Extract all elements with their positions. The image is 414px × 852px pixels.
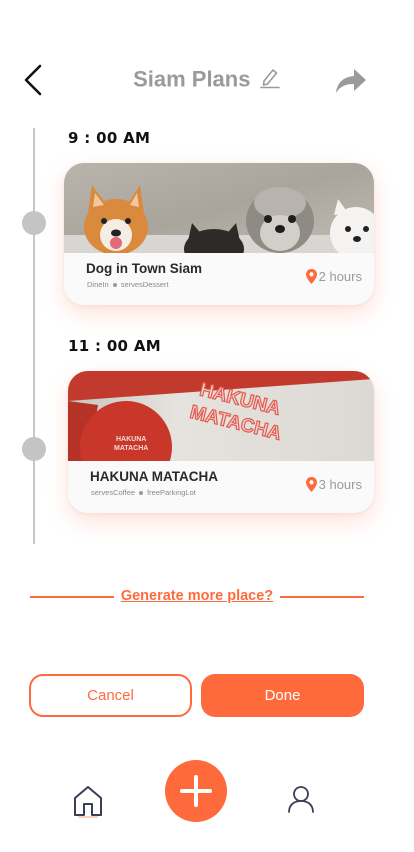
location-pin-icon	[305, 269, 317, 284]
timeline-dot	[22, 437, 46, 461]
tag: servesCoffee	[91, 488, 136, 497]
dogs-photo	[64, 163, 374, 253]
sign-line: MATACHA	[114, 445, 148, 452]
nav-profile[interactable]	[285, 784, 317, 814]
add-icon	[180, 775, 212, 807]
cafe-interior-photo: HAKUNA MATACHA HAKUNA MATACHA	[68, 371, 374, 461]
card-details: HAKUNA MATACHA servesCoffee freeParkingL…	[68, 461, 374, 513]
card-details: Dog in Town Siam DineIn servesDessert 2 …	[64, 253, 374, 305]
share-arrow-icon	[336, 69, 366, 93]
pencil-icon[interactable]	[259, 65, 281, 94]
cancel-button[interactable]: Cancel	[29, 674, 192, 717]
place-tags: DineIn servesDessert	[87, 280, 169, 289]
time-label: 9 : 00 AM	[68, 129, 151, 147]
place-name: HAKUNA MATACHA	[90, 469, 218, 484]
duration-text: 3 hours	[318, 477, 362, 492]
duration: 3 hours	[305, 477, 362, 492]
tag: DineIn	[87, 280, 109, 289]
timeline-line	[33, 128, 35, 544]
page-title: Siam Plans	[133, 66, 251, 92]
duration-text: 2 hours	[318, 269, 362, 284]
nav-home[interactable]	[72, 784, 104, 818]
place-card[interactable]: Dog in Town Siam DineIn servesDessert 2 …	[64, 163, 374, 305]
generate-more-link[interactable]: Generate more place?	[114, 588, 280, 604]
place-card[interactable]: HAKUNA MATACHA HAKUNA MATACHA HAKUNA MAT…	[68, 371, 374, 513]
add-button[interactable]	[165, 760, 227, 822]
profile-icon	[288, 786, 314, 813]
timeline-dot	[22, 211, 46, 235]
divider-line	[30, 596, 114, 598]
time-label: 11 : 00 AM	[68, 337, 161, 355]
header: Siam Plans	[0, 60, 414, 100]
home-icon	[74, 786, 102, 818]
place-name: Dog in Town Siam	[86, 261, 202, 276]
tag: freeParkingLot	[147, 488, 196, 497]
divider-line	[280, 596, 364, 598]
duration: 2 hours	[305, 269, 362, 284]
tag: servesDessert	[120, 280, 169, 289]
done-button[interactable]: Done	[201, 674, 364, 717]
location-pin-icon	[305, 477, 317, 492]
place-tags: servesCoffee freeParkingLot	[91, 488, 196, 497]
tag-separator	[139, 490, 144, 495]
sign-line: HAKUNA	[116, 436, 146, 443]
tag-separator	[112, 282, 117, 287]
share-button[interactable]	[334, 66, 368, 96]
